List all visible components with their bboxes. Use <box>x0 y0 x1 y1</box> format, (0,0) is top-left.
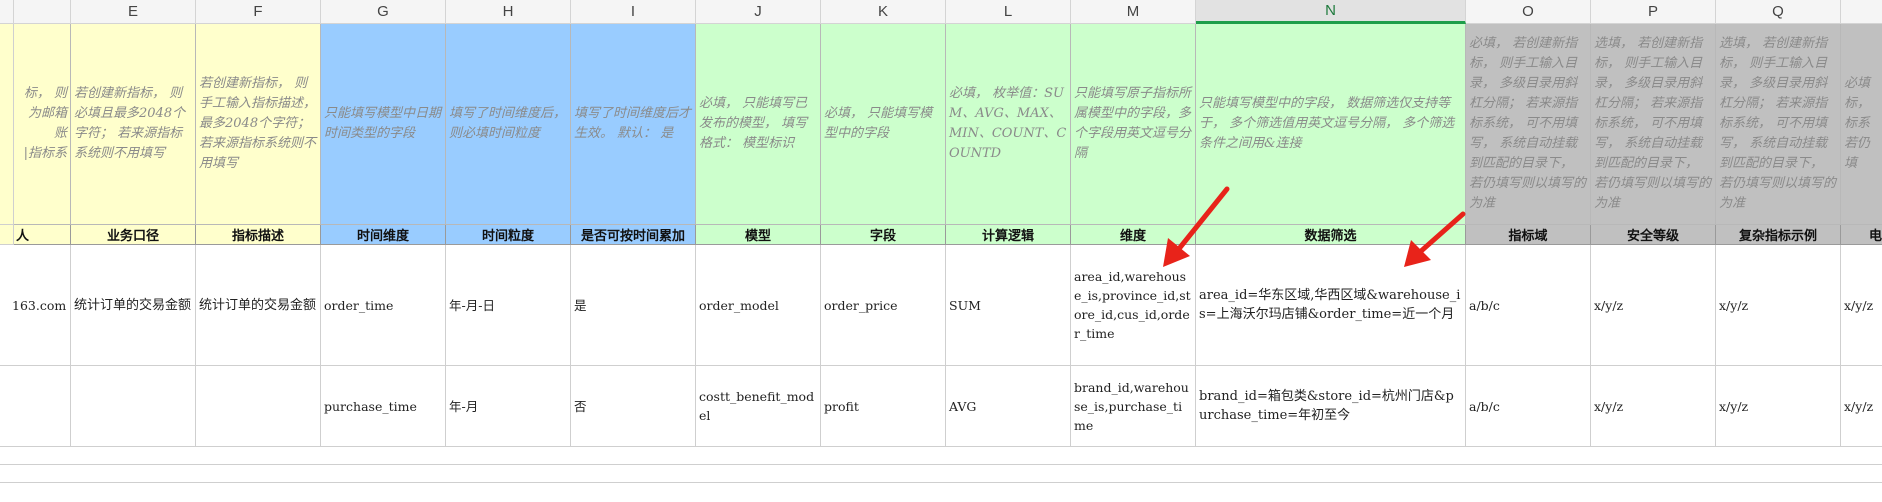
description-cell-f[interactable]: 若创建新指标， 则手工输入指标描述， 最多2048个字符； 若来源指标系统则不用… <box>196 24 321 225</box>
data-cell-m[interactable]: area_id,warehouse_is,province_id,store_i… <box>1071 245 1196 366</box>
data-cell-l[interactable]: AVG <box>946 366 1071 447</box>
empty-row[interactable] <box>0 483 1882 502</box>
empty-row[interactable] <box>0 465 1882 483</box>
column-header-r[interactable] <box>1841 0 1882 24</box>
column-header-j[interactable]: J <box>696 0 821 24</box>
field-header-f[interactable]: 指标描述 <box>196 225 321 245</box>
partial-cell[interactable] <box>0 225 14 245</box>
description-cell-e[interactable]: 若创建新指标， 则必填且最多2048个字符； 若来源指标系统则不用填写 <box>71 24 196 225</box>
data-cell-p[interactable]: x/y/z <box>1591 366 1716 447</box>
description-cell-p[interactable]: 选填， 若创建新指标， 则手工输入目录， 多级目录用斜杠分隔； 若来源指标系统，… <box>1591 24 1716 225</box>
description-cell-d[interactable]: 标， 则为邮箱账 |指标系 <box>14 24 71 225</box>
data-cell-n[interactable]: area_id=华东区域,华西区域&warehouse_is=上海沃尔玛店铺&o… <box>1196 245 1466 366</box>
data-cell-j[interactable]: costt_benefit_model <box>696 366 821 447</box>
data-cell-k[interactable]: profit <box>821 366 946 447</box>
data-cell-d[interactable] <box>0 366 71 447</box>
data-cell-h[interactable]: 年-月-日 <box>446 245 571 366</box>
column-header-f[interactable]: F <box>196 0 321 24</box>
description-cell-m[interactable]: 只能填写原子指标所属模型中的字段，多个字段用英文逗号分隔 <box>1071 24 1196 225</box>
description-cell-k[interactable]: 必填， 只能填写模型中的字段 <box>821 24 946 225</box>
field-header-d[interactable]: 人 <box>14 225 71 245</box>
column-header-n[interactable]: N <box>1196 0 1466 24</box>
field-header-r[interactable]: 电 <box>1841 225 1882 245</box>
field-header-e[interactable]: 业务口径 <box>71 225 196 245</box>
empty-row[interactable] <box>0 447 1882 465</box>
data-cell-o[interactable]: a/b/c <box>1466 366 1591 447</box>
data-cell-f[interactable] <box>196 366 321 447</box>
column-header-h[interactable]: H <box>446 0 571 24</box>
data-cell-e[interactable]: 统计订单的交易金额 <box>71 245 196 366</box>
field-header-j[interactable]: 模型 <box>696 225 821 245</box>
field-header-p[interactable]: 安全等级 <box>1591 225 1716 245</box>
description-cell-o[interactable]: 必填， 若创建新指标， 则手工输入目录， 多级目录用斜杠分隔； 若来源指标系统，… <box>1466 24 1591 225</box>
description-cell-r[interactable]: 必填 标， 标系 若仍填 <box>1841 24 1882 225</box>
data-cell-i[interactable]: 是 <box>571 245 696 366</box>
data-cell-j[interactable]: order_model <box>696 245 821 366</box>
data-cell-e[interactable] <box>71 366 196 447</box>
column-header-i[interactable]: I <box>571 0 696 24</box>
field-header-n[interactable]: 数据筛选 <box>1196 225 1466 245</box>
description-cell-j[interactable]: 必填， 只能填写已发布的模型， 填写格式： 模型标识 <box>696 24 821 225</box>
data-cell-o[interactable]: a/b/c <box>1466 245 1591 366</box>
column-header-e[interactable]: E <box>71 0 196 24</box>
column-header-m[interactable]: M <box>1071 0 1196 24</box>
field-header-h[interactable]: 时间粒度 <box>446 225 571 245</box>
data-cell-q[interactable]: x/y/z <box>1716 366 1841 447</box>
data-cell-d[interactable]: 163.com <box>0 245 71 366</box>
column-header-p[interactable]: P <box>1591 0 1716 24</box>
field-header-q[interactable]: 复杂指标示例 <box>1716 225 1841 245</box>
field-header-i[interactable]: 是否可按时间累加 <box>571 225 696 245</box>
data-cell-r[interactable]: x/y/z <box>1841 245 1882 366</box>
column-header-q[interactable]: Q <box>1716 0 1841 24</box>
description-cell-q[interactable]: 选填， 若创建新指标， 则手工输入目录， 多级目录用斜杠分隔； 若来源指标系统，… <box>1716 24 1841 225</box>
data-cell-i[interactable]: 否 <box>571 366 696 447</box>
data-cell-r[interactable]: x/y/z <box>1841 366 1882 447</box>
data-cell-g[interactable]: purchase_time <box>321 366 446 447</box>
spreadsheet: E F G H I J K L M N O P Q 标， 则为邮箱账 |指标系 … <box>0 0 1882 502</box>
data-cell-m[interactable]: brand_id,warehouse_is,purchase_time <box>1071 366 1196 447</box>
description-cell-h[interactable]: 填写了时间维度后， 则必填时间粒度 <box>446 24 571 225</box>
column-header-l[interactable]: L <box>946 0 1071 24</box>
description-cell-l[interactable]: 必填， 枚举值：SUM、AVG、MAX、MIN、COUNT、COUNTD <box>946 24 1071 225</box>
data-cell-f[interactable]: 统计订单的交易金额 <box>196 245 321 366</box>
field-header-k[interactable]: 字段 <box>821 225 946 245</box>
field-header-g[interactable]: 时间维度 <box>321 225 446 245</box>
data-cell-l[interactable]: SUM <box>946 245 1071 366</box>
description-cell-g[interactable]: 只能填写模型中日期时间类型的字段 <box>321 24 446 225</box>
column-header-d[interactable] <box>14 0 71 24</box>
column-header-partial[interactable] <box>0 0 14 24</box>
data-cell-g[interactable]: order_time <box>321 245 446 366</box>
field-header-l[interactable]: 计算逻辑 <box>946 225 1071 245</box>
data-cell-n[interactable]: brand_id=箱包类&store_id=杭州门店&purchase_time… <box>1196 366 1466 447</box>
field-header-o[interactable]: 指标域 <box>1466 225 1591 245</box>
data-cell-h[interactable]: 年-月 <box>446 366 571 447</box>
partial-cell[interactable] <box>0 24 14 225</box>
description-cell-n[interactable]: 只能填写模型中的字段， 数据筛选仅支持等于， 多个筛选值用英文逗号分隔， 多个筛… <box>1196 24 1466 225</box>
column-header-g[interactable]: G <box>321 0 446 24</box>
column-header-k[interactable]: K <box>821 0 946 24</box>
column-header-o[interactable]: O <box>1466 0 1591 24</box>
data-cell-k[interactable]: order_price <box>821 245 946 366</box>
data-cell-q[interactable]: x/y/z <box>1716 245 1841 366</box>
description-cell-i[interactable]: 填写了时间维度后才生效。 默认： 是 <box>571 24 696 225</box>
field-header-m[interactable]: 维度 <box>1071 225 1196 245</box>
data-cell-p[interactable]: x/y/z <box>1591 245 1716 366</box>
